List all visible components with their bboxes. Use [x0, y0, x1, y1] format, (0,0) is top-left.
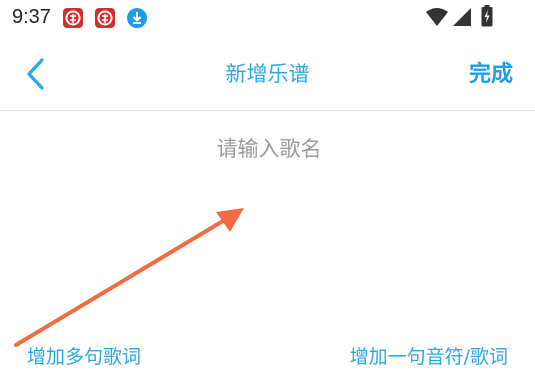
app-notification-icon — [95, 8, 115, 28]
app-notification-icon — [63, 8, 83, 28]
signal-icon — [453, 8, 471, 26]
done-button[interactable]: 完成 — [469, 56, 513, 88]
add-multiple-lyrics-button[interactable]: 增加多句歌词 — [27, 342, 141, 369]
status-bar: 9:37 — [0, 0, 535, 38]
add-note-lyrics-button[interactable]: 增加一句音符/歌词 — [350, 342, 508, 369]
song-name-input[interactable] — [117, 128, 421, 170]
wifi-icon — [426, 8, 448, 26]
app-header: 新增乐谱 完成 — [0, 40, 535, 111]
download-icon — [127, 8, 147, 28]
page-title: 新增乐谱 — [225, 62, 310, 86]
status-time: 9:37 — [12, 6, 51, 28]
battery-charging-icon — [481, 5, 493, 27]
screen: 9:37 新增乐谱 完成 请输入歌名 增加多句歌词 增加一句音符/歌词 — [0, 0, 535, 387]
